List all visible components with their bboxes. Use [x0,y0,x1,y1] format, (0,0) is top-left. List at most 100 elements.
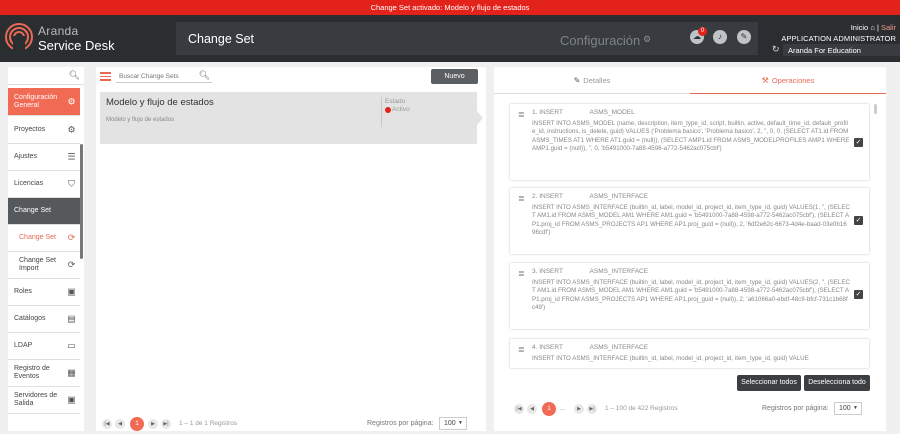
last-page-icon[interactable]: ▶| [161,419,171,429]
sidebar-item-label: Configuración General [14,93,58,109]
state-label: Estado [385,98,406,105]
menu-icon[interactable] [100,70,111,83]
chevron-down-icon: ▼ [458,420,463,426]
card-pointer [477,111,483,125]
operation-sql: INSERT INTO ASMS_INTERFACE (builtin_id, … [532,279,850,312]
folder-icon: ▭ [67,340,76,351]
search-input[interactable] [119,71,197,82]
notification-badge: 0 [698,27,707,36]
wrench-icon[interactable]: ✎ [737,30,751,44]
user-name: APPLICATION ADMINISTRATOR [781,34,896,43]
sidebar-item-change-set[interactable]: Change Set ⟳ [8,225,80,252]
sidebar-item-ajustes[interactable]: Ajustes ☰ [8,144,80,171]
prev-page-icon[interactable]: ◀ [115,419,125,429]
rows-per-page-value: 100 [839,405,851,412]
bell-icon[interactable]: ♪ [713,30,727,44]
gear-icon: ⚙ [643,34,652,44]
rows-per-page-label: Registros por página: [367,420,434,427]
tab-label: Detalles [583,76,611,85]
sidebar-item-roles[interactable]: Roles ▣ [8,279,80,306]
search-icon: 🔍︎ [68,70,80,80]
home-icon[interactable]: ⌂ [870,23,875,32]
operation-item[interactable]: ≣ 3. INSERT ASMS_INTERFACE INSERT INTO A… [510,263,869,329]
sidebar-item-change-set-import[interactable]: Change Set Import ⟳ [8,252,80,279]
edit-icon: ✎ [573,76,581,85]
operation-sql: INSERT INTO ASMS_INTERFACE (builtin_id, … [532,204,850,237]
operation-item[interactable]: ≣ 1. INSERT ASMS_MODEL INSERT INTO ASMS_… [510,104,869,180]
first-page-icon[interactable]: |◀ [102,419,112,429]
select-all-button[interactable]: Seleccionar todos [737,375,801,391]
gear-icon: ⚙ [67,124,76,135]
operation-checkbox[interactable]: ✓ [854,138,863,147]
rows-per-page-select[interactable]: 100 ▼ [439,417,467,430]
operations-scrollbar[interactable] [874,104,877,114]
operation-header: 4. INSERT ASMS_INTERFACE [532,344,649,351]
operation-header: 1. INSERT ASMS_MODEL [532,109,635,116]
sidebar-item-licencias[interactable]: Licencias ⛉ [8,171,80,198]
sidebar-item-proyectos[interactable]: Proyectos ⚙ [8,117,80,144]
state-value: Activo [392,106,410,113]
next-page-icon[interactable]: ▶ [574,404,584,414]
first-page-icon[interactable]: |◀ [514,404,524,414]
refresh-icon: ⟳ [67,259,76,270]
activation-banner: Change Set activado: Modelo y flujo de e… [0,0,900,15]
rows-per-page-select[interactable]: 100 ▼ [834,402,862,415]
refresh-icon[interactable]: ↻ [772,44,780,55]
new-button[interactable]: Nuevo [431,69,478,84]
pager-info: 1 – 100 de 422 Registros [605,405,678,412]
search-icon[interactable]: 🔍︎ [199,70,210,81]
operation-item[interactable]: ≣ 2. INSERT ASMS_INTERFACE INSERT INTO A… [510,188,869,254]
calendar-icon: ▦ [67,367,76,378]
next-page-icon[interactable]: ▶ [148,419,158,429]
inicio-link[interactable]: Inicio [851,23,869,32]
sidebar-item-label: Servidores de Salida [14,392,58,407]
status-dot [385,107,391,113]
sidebar-search[interactable]: 🔍︎ [8,67,84,85]
salir-link[interactable]: Salir [881,23,896,32]
operations-icon: ⚒ [761,76,769,85]
config-label[interactable]: Configuración [560,33,640,48]
current-page[interactable]: 1 [130,417,144,431]
operation-checkbox[interactable]: ✓ [854,216,863,225]
aranda-logo-icon [5,23,33,52]
gallery-icon: ▤ [67,313,76,324]
operation-sql: INSERT INTO ASMS_MODEL (name, descriptio… [532,120,850,153]
settings-gear-icon: ⚙ [67,96,76,106]
sidebar-item-label: Catálogos [14,315,46,322]
tab-label: Operaciones [771,76,815,85]
brand-product: Service Desk [38,38,115,53]
sidebar-item-configuracion-general[interactable]: Configuración General ⚙ [8,88,80,116]
tab-details[interactable]: ✎ Detalles [494,67,690,94]
operation-item[interactable]: ≣ 4. INSERT ASMS_INTERFACE INSERT INTO A… [510,339,869,368]
sidebar-item-servidores-salida[interactable]: Servidores de Salida ▣ [8,387,80,414]
database-icon: ≣ [518,269,525,278]
operation-checkbox[interactable]: ✓ [854,290,863,299]
pager-ellipsis: ... [560,405,566,412]
sidebar-item-registro-eventos[interactable]: Registro de Eventos ▦ [8,360,80,387]
deselect-all-button[interactable]: Deselecciona todo [804,375,870,391]
id-card-icon: ▣ [67,286,76,297]
sidebar-item-label: Change Set [19,234,56,241]
last-page-icon[interactable]: ▶| [587,404,597,414]
tab-operations[interactable]: ⚒ Operaciones [690,67,886,94]
current-page[interactable]: 1 [542,402,556,416]
sidebar-scrollbar[interactable] [80,144,83,259]
card-title: Modelo y flujo de estados [106,97,214,108]
chevron-down-icon: ▼ [853,405,858,411]
sidebar-item-label: Change Set Import [19,257,56,272]
sidebar-item-label: Roles [14,288,32,295]
sidebar-item-label: Ajustes [14,153,37,160]
prev-page-icon[interactable]: ◀ [527,404,537,414]
sidebar-item-ldap[interactable]: LDAP ▭ [8,333,80,360]
page-title: Change Set [188,32,255,46]
refresh-icon: ⟳ [67,232,76,243]
rows-per-page-label: Registros por página: [762,405,829,412]
card-subtitle: Modelo y flujo de estados [106,117,175,123]
sidebar-item-label: Licencias [14,180,44,187]
sidebar-item-change-set-group[interactable]: Change Set [8,198,80,225]
operation-header: 2. INSERT ASMS_INTERFACE [532,193,649,200]
rows-per-page-value: 100 [444,420,456,427]
middle-pager: |◀ ◀ 1 ▶ ▶| 1 – 1 de 1 Registros Registr… [102,417,482,433]
shield-icon: ⛉ [68,178,75,189]
sidebar-item-catalogos[interactable]: Catálogos ▤ [8,306,80,333]
